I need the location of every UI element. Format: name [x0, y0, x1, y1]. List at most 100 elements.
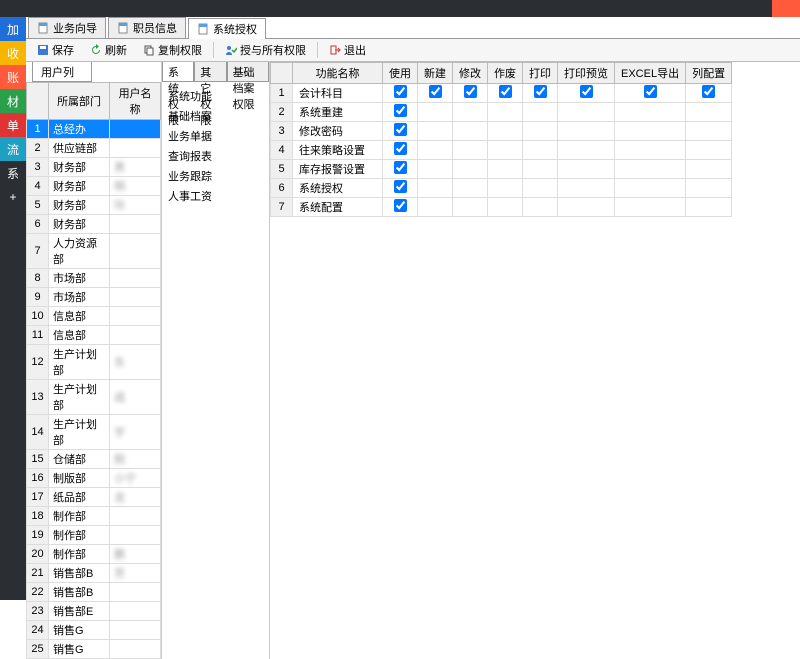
- user-row[interactable]: 21销售部B芳: [27, 564, 161, 583]
- user-row[interactable]: 6财务部: [27, 215, 161, 234]
- perm-check-cell[interactable]: [488, 103, 523, 122]
- perm-check-cell[interactable]: [453, 122, 488, 141]
- cat-item[interactable]: 业务跟踪: [164, 166, 267, 186]
- exit-button[interactable]: 退出: [322, 39, 373, 61]
- topbar-item[interactable]: [0, 0, 28, 17]
- perm-check-cell[interactable]: [523, 179, 558, 198]
- nav-item-账[interactable]: 账: [0, 65, 26, 89]
- perm-row[interactable]: 7系统配置: [271, 198, 732, 217]
- perm-check-cell[interactable]: [686, 103, 732, 122]
- perm-row[interactable]: 4往来策略设置: [271, 141, 732, 160]
- perm-row[interactable]: 3修改密码: [271, 122, 732, 141]
- perm-check-cell[interactable]: [488, 122, 523, 141]
- user-row[interactable]: 14生产计划部宇: [27, 415, 161, 450]
- perm-check-cell[interactable]: [383, 141, 418, 160]
- user-row[interactable]: 25销售G: [27, 640, 161, 659]
- perm-check-cell[interactable]: [418, 141, 453, 160]
- user-row[interactable]: 16制版部小宁: [27, 469, 161, 488]
- user-row[interactable]: 3财务部男: [27, 158, 161, 177]
- user-list-tab[interactable]: 用户列表: [32, 62, 92, 82]
- perm-header[interactable]: 列配置: [686, 63, 732, 84]
- copy-perm-button[interactable]: 复制权限: [136, 39, 209, 61]
- perm-checkbox[interactable]: [499, 85, 512, 98]
- perm-check-cell[interactable]: [383, 160, 418, 179]
- perm-check-cell[interactable]: [488, 179, 523, 198]
- user-row[interactable]: 11信息部: [27, 326, 161, 345]
- perm-row[interactable]: 2系统重建: [271, 103, 732, 122]
- topbar-item[interactable]: [112, 0, 140, 17]
- perm-check-cell[interactable]: [615, 84, 686, 103]
- perm-check-cell[interactable]: [615, 160, 686, 179]
- nav-item-+[interactable]: +: [0, 185, 26, 209]
- perm-checkbox[interactable]: [394, 161, 407, 174]
- grant-all-button[interactable]: 授与所有权限: [218, 39, 313, 61]
- nav-item-系[interactable]: 系: [0, 161, 26, 185]
- permission-grid[interactable]: 功能名称使用新建修改作废打印打印预览EXCEL导出列配置1会计科目2系统重建3修…: [270, 62, 732, 217]
- perm-check-cell[interactable]: [558, 179, 615, 198]
- cat-item[interactable]: 查询报表: [164, 146, 267, 166]
- perm-checkbox[interactable]: [534, 85, 547, 98]
- user-name-header[interactable]: 用户名称: [110, 83, 161, 120]
- perm-header[interactable]: EXCEL导出: [615, 63, 686, 84]
- user-row[interactable]: 9市场部: [27, 288, 161, 307]
- perm-check-cell[interactable]: [383, 198, 418, 217]
- perm-check-cell[interactable]: [418, 198, 453, 217]
- perm-header[interactable]: 使用: [383, 63, 418, 84]
- perm-check-cell[interactable]: [488, 84, 523, 103]
- perm-check-cell[interactable]: [453, 103, 488, 122]
- perm-check-cell[interactable]: [488, 198, 523, 217]
- perm-check-cell[interactable]: [686, 179, 732, 198]
- user-row[interactable]: 22销售部B: [27, 583, 161, 602]
- user-row[interactable]: 19制作部: [27, 526, 161, 545]
- perm-check-cell[interactable]: [523, 103, 558, 122]
- cat-item[interactable]: 业务单据: [164, 126, 267, 146]
- perm-row[interactable]: 5库存报警设置: [271, 160, 732, 179]
- perm-check-cell[interactable]: [418, 160, 453, 179]
- perm-check-cell[interactable]: [418, 179, 453, 198]
- perm-header[interactable]: 功能名称: [293, 63, 383, 84]
- perm-checkbox[interactable]: [644, 85, 657, 98]
- topbar-item[interactable]: [84, 0, 112, 17]
- perm-check-cell[interactable]: [615, 179, 686, 198]
- perm-checkbox[interactable]: [394, 199, 407, 212]
- user-row[interactable]: 7人力资源部: [27, 234, 161, 269]
- perm-check-cell[interactable]: [418, 84, 453, 103]
- perm-check-cell[interactable]: [686, 122, 732, 141]
- perm-check-cell[interactable]: [453, 141, 488, 160]
- perm-checkbox[interactable]: [394, 123, 407, 136]
- perm-check-cell[interactable]: [615, 141, 686, 160]
- topbar-item[interactable]: [28, 0, 56, 17]
- tab-业务向导[interactable]: 业务向导: [28, 17, 106, 38]
- user-row[interactable]: 23销售部E: [27, 602, 161, 621]
- perm-check-cell[interactable]: [558, 198, 615, 217]
- user-row[interactable]: 17纸品部龙: [27, 488, 161, 507]
- perm-check-cell[interactable]: [686, 198, 732, 217]
- nav-item-单[interactable]: 单: [0, 113, 26, 137]
- nav-item-加[interactable]: 加: [0, 17, 26, 41]
- nav-item-收[interactable]: 收: [0, 41, 26, 65]
- perm-row[interactable]: 6系统授权: [271, 179, 732, 198]
- perm-checkbox[interactable]: [702, 85, 715, 98]
- perm-check-cell[interactable]: [523, 84, 558, 103]
- perm-header[interactable]: 作废: [488, 63, 523, 84]
- perm-check-cell[interactable]: [453, 179, 488, 198]
- cat-tab-其它权限[interactable]: 其它权限: [194, 62, 226, 82]
- user-row[interactable]: 10信息部: [27, 307, 161, 326]
- perm-checkbox[interactable]: [394, 180, 407, 193]
- perm-check-cell[interactable]: [453, 84, 488, 103]
- perm-check-cell[interactable]: [558, 103, 615, 122]
- perm-check-cell[interactable]: [558, 84, 615, 103]
- perm-row[interactable]: 1会计科目: [271, 84, 732, 103]
- nav-item-材[interactable]: 材: [0, 89, 26, 113]
- perm-check-cell[interactable]: [418, 103, 453, 122]
- perm-header[interactable]: 修改: [453, 63, 488, 84]
- topbar-hot-button[interactable]: [772, 0, 800, 17]
- perm-check-cell[interactable]: [523, 122, 558, 141]
- perm-check-cell[interactable]: [615, 122, 686, 141]
- user-row[interactable]: 8市场部: [27, 269, 161, 288]
- perm-check-cell[interactable]: [383, 103, 418, 122]
- cat-tab-基础档案权限[interactable]: 基础档案权限: [227, 62, 269, 82]
- topbar-item[interactable]: [56, 0, 84, 17]
- user-grid[interactable]: 所属部门 用户名称 1总经办2供应链部3财务部男4财务部明5财务部玲6财务部7人…: [26, 82, 161, 659]
- perm-check-cell[interactable]: [488, 141, 523, 160]
